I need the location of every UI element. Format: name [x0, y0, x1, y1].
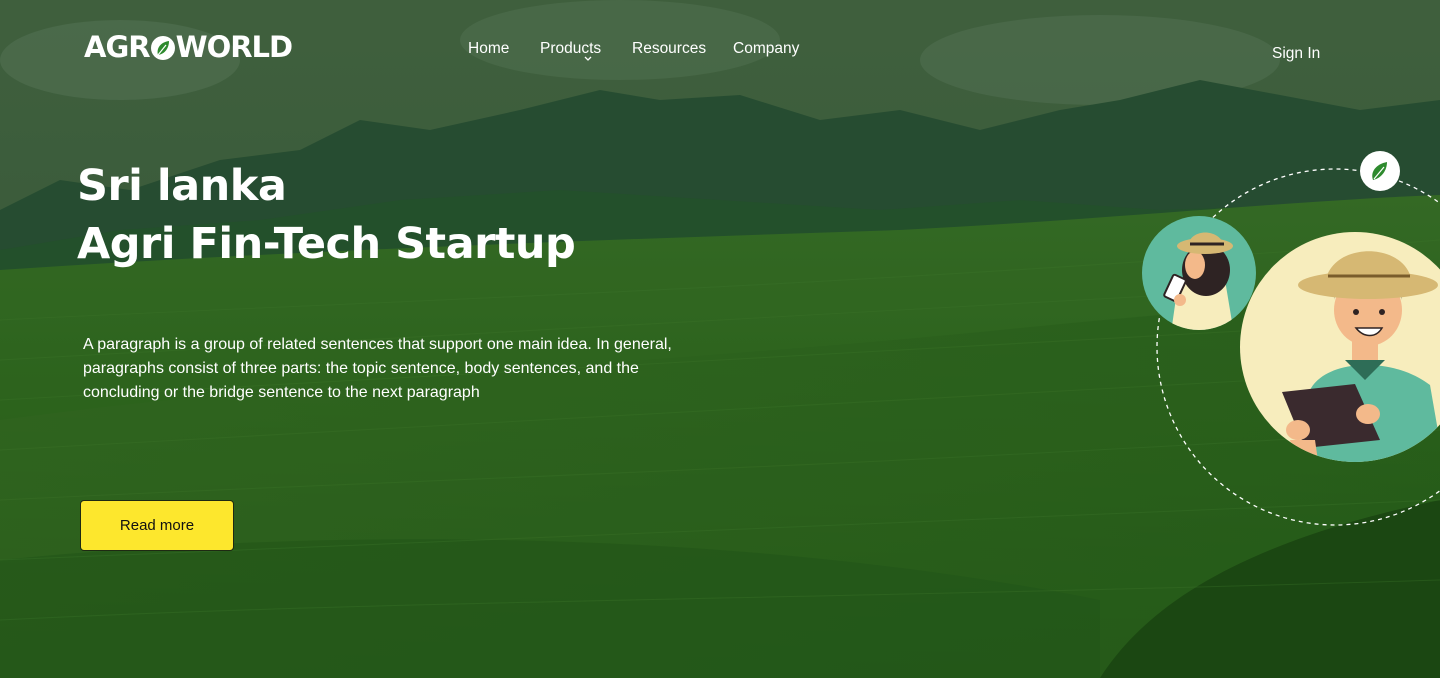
nav-resources[interactable]: Resources — [632, 40, 706, 58]
sign-in-link[interactable]: Sign In — [1272, 45, 1320, 63]
nav-products-label: Products — [540, 40, 602, 57]
read-more-button[interactable]: Read more — [80, 500, 234, 551]
nav-home[interactable]: Home — [468, 40, 509, 58]
hero-title: Sri lanka Agri Fin-Tech Startup — [77, 157, 576, 273]
nav-products[interactable]: Products — [540, 40, 602, 61]
hero-title-line-1: Sri lanka — [77, 161, 287, 211]
hero-paragraph: A paragraph is a group of related senten… — [83, 336, 672, 401]
chevron-down-icon — [584, 56, 592, 61]
farmer-man-avatar — [1240, 232, 1440, 462]
brand-logo[interactable]: AGR WORLD — [84, 30, 294, 64]
logo-text-left: AGR — [84, 30, 151, 64]
farmers-illustration — [1120, 140, 1440, 545]
hero-title-line-2: Agri Fin-Tech Startup — [77, 219, 576, 269]
nav-company[interactable]: Company — [733, 40, 799, 58]
logo-leaf-icon — [150, 36, 175, 60]
leaf-icon — [1360, 151, 1400, 191]
logo-text-right: WORLD — [175, 30, 294, 64]
